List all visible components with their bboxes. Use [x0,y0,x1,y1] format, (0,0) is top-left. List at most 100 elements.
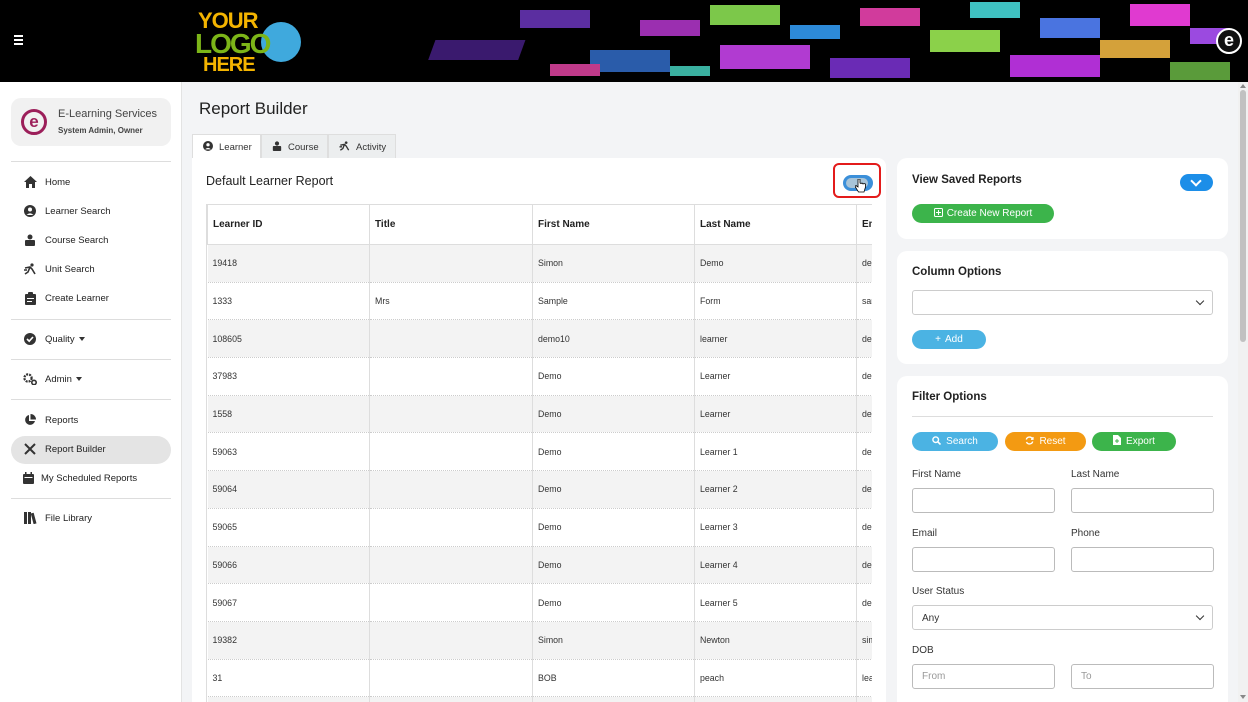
tools-icon [23,443,37,457]
page-title: Report Builder [199,99,308,118]
page-scrollbar[interactable] [1238,82,1248,702]
user-circle-icon [23,205,37,219]
sidebar-item-reports[interactable]: Reports [11,407,171,435]
scroll-up-icon [1240,84,1246,88]
table-row[interactable]: 59063DemoLearner 1der [207,432,872,472]
highlight-box [833,163,881,198]
table-row[interactable]: 108605demo10learnerder [207,319,872,359]
org-card[interactable]: e E-Learning Services System Admin, Owne… [11,98,171,146]
tab-activity[interactable]: Activity [328,134,396,158]
menu-icon[interactable] [14,35,24,45]
table-row[interactable]: 19418SimonDemoder [207,244,872,283]
divider [11,319,171,320]
filter-options-panel: Filter Options Search Reset Export First… [897,376,1228,702]
column-options-title: Column Options [912,266,1002,278]
file-export-icon [1113,435,1122,445]
top-header: YOUR LOGO HERE e [0,0,1248,82]
org-role: System Admin, Owner [58,126,143,135]
last-name-label: Last Name [1071,469,1120,480]
search-icon [932,436,942,446]
column-header[interactable]: First Name [532,204,695,245]
table-row[interactable]: 59064DemoLearner 2der [207,470,872,509]
phone-field[interactable] [1071,547,1214,572]
plus-square-icon [933,208,943,217]
tab-learner[interactable]: Learner [192,134,261,158]
last-name-field[interactable] [1071,488,1214,513]
dob-from-field[interactable]: From [912,664,1055,689]
table-row[interactable]: 1558DemoLearnerder [207,395,872,434]
sidebar-item-home[interactable]: Home [11,169,171,197]
sidebar-item-admin[interactable]: Admin [11,366,171,394]
expand-saved-reports-button[interactable] [1180,174,1213,191]
create-new-report-button[interactable]: Create New Report [912,204,1054,223]
divider [11,359,171,360]
reset-button[interactable]: Reset [1005,432,1086,451]
user-status-label: User Status [912,586,965,597]
first-name-label: First Name [912,469,961,480]
scroll-down-icon [1240,695,1246,699]
check-circle-icon [23,333,37,347]
calendar-icon [21,472,35,486]
column-options-panel: Column Options + Add [897,251,1228,364]
search-button[interactable]: Search [912,432,998,451]
org-name: E-Learning Services [58,108,158,120]
sidebar-item-unit-search[interactable]: Unit Search [11,256,171,284]
sidebar-item-learner-search[interactable]: Learner Search [11,198,171,226]
pie-chart-icon [23,414,37,428]
brand-logo-icon: e [1216,28,1242,54]
export-button[interactable]: Export [1092,432,1176,451]
tab-course[interactable]: Course [261,134,328,158]
table-row[interactable]: 59066DemoLearner 4der [207,546,872,585]
table-row[interactable]: 19382SimonNewtonsim [207,621,872,660]
table-row[interactable]: 31BOBpeachlea [207,659,872,698]
phone-label: Phone [1071,528,1100,539]
user-circle-icon [203,141,213,154]
books-icon [23,512,37,526]
sidebar-item-file-library[interactable]: File Library [11,505,171,533]
chevron-down-icon [1195,296,1205,306]
table-row[interactable]: 59067DemoLearner 5der [207,583,872,622]
cogs-icon [23,373,38,387]
scrollbar-thumb [1240,90,1246,342]
first-name-field[interactable] [912,488,1055,513]
home-icon [23,176,37,190]
divider [11,498,171,499]
saved-reports-title: View Saved Reports [912,174,1022,186]
caret-down-icon [75,377,82,382]
user-status-select[interactable]: Any [912,605,1213,630]
refresh-icon [1026,436,1035,445]
table-row[interactable]: 1333MrsSampleFormsar [207,282,872,321]
sidebar-item-report-builder[interactable]: Report Builder [11,436,171,464]
sidebar: e E-Learning Services System Admin, Owne… [0,82,182,702]
add-column-button[interactable]: + Add [912,330,986,349]
clipboard-icon [23,292,37,306]
course-icon [272,141,282,154]
table-row[interactable]: 37983DemoLearnerder [207,357,872,396]
sidebar-item-quality[interactable]: Quality [11,326,171,354]
sidebar-item-course-search[interactable]: Course Search [11,227,171,255]
report-title: Default Learner Report [206,174,334,188]
dob-to-field[interactable]: To [1071,664,1214,689]
plus-icon: + [935,334,942,345]
caret-down-icon [78,337,85,342]
column-header[interactable]: Title [369,204,533,245]
sidebar-item-create-learner[interactable]: Create Learner [11,285,171,313]
dob-label: DOB [912,645,934,656]
table-row[interactable]: 59065DemoLearner 3der [207,508,872,547]
saved-reports-panel: View Saved Reports Create New Report [897,158,1228,239]
email-label: Email [912,528,938,539]
org-logo-icon: e [21,109,47,135]
unit-icon [339,141,350,154]
column-header[interactable]: Em [856,204,872,245]
divider [11,399,171,400]
column-select[interactable] [912,290,1213,315]
chevron-down-icon [1195,611,1205,621]
unit-icon [23,263,37,277]
sidebar-item-my-scheduled-reports[interactable]: My Scheduled Reports [11,465,171,493]
header-banner-graphic [410,0,1248,82]
email-field[interactable] [912,547,1055,572]
column-header[interactable]: Last Name [694,204,857,245]
table-row[interactable] [207,696,872,702]
column-header[interactable]: Learner ID [207,204,370,245]
table-header-row: Learner ID Title First Name Last Name Em [207,204,872,245]
